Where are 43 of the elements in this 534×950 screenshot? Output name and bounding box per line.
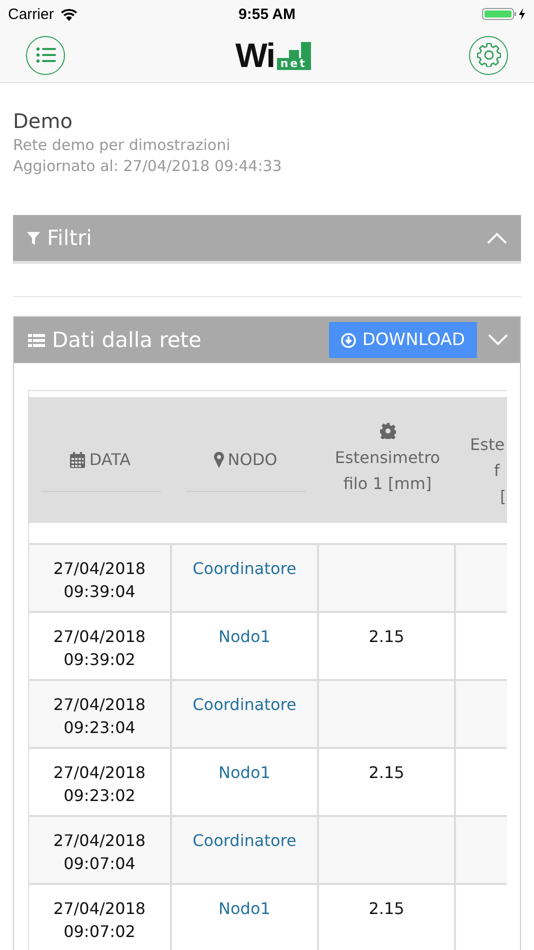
update-timestamp: Aggiornato al: 27/04/2018 09:44:33 bbox=[13, 156, 283, 177]
menu-icon bbox=[36, 47, 56, 63]
node-link[interactable]: Nodo1 bbox=[218, 627, 270, 646]
filters-title: Filtri bbox=[47, 226, 93, 250]
node-link[interactable]: Nodo1 bbox=[218, 763, 270, 782]
column-header-fragment: [ bbox=[499, 486, 506, 508]
carrier-label: Carrier bbox=[8, 6, 54, 22]
filter-icon bbox=[27, 232, 40, 244]
download-button[interactable]: DOWNLOAD bbox=[329, 322, 477, 358]
table-cell: 27/04/2018 09:23:04 bbox=[29, 681, 172, 747]
table-cell: 27/04/2018 09:07:02 bbox=[29, 885, 172, 950]
network-name: Demo bbox=[13, 109, 74, 133]
clock-time: 9:55 AM bbox=[238, 6, 296, 22]
table-cell: 27/04/2018 09:39:02 bbox=[29, 613, 172, 679]
settings-icon bbox=[476, 43, 500, 67]
column-header[interactable]: Estensimetro filo 1 [mm] bbox=[328, 445, 448, 497]
winet-logo: Wi net bbox=[235, 40, 311, 70]
table-cell: 2.15 bbox=[368, 899, 404, 918]
download-icon bbox=[341, 332, 356, 348]
table-cell: 27/04/2018 09:39:04 bbox=[29, 545, 172, 611]
chevron-icon[interactable] bbox=[488, 334, 508, 346]
column-header[interactable]: DATA bbox=[89, 450, 131, 469]
wifi-icon bbox=[60, 8, 78, 20]
data-panel-title: Dati dalla rete bbox=[52, 328, 202, 352]
map-pin-icon bbox=[214, 452, 224, 468]
node-link[interactable]: Coordinatore bbox=[192, 559, 296, 578]
node-link[interactable]: Nodo1 bbox=[218, 899, 270, 918]
table-cell: 2.15 bbox=[368, 627, 404, 646]
node-link[interactable]: Coordinatore bbox=[192, 831, 296, 850]
network-description: Rete demo per dimostrazioni bbox=[13, 135, 232, 156]
settings-button[interactable] bbox=[469, 36, 508, 74]
table-cell: 27/04/2018 09:23:02 bbox=[29, 749, 172, 815]
table-cell: 27/04/2018 09:07:04 bbox=[29, 817, 172, 883]
table-cell: 2.15 bbox=[368, 763, 404, 782]
column-header[interactable]: NODO bbox=[228, 450, 278, 469]
gear-icon bbox=[380, 423, 396, 439]
calendar-icon bbox=[70, 452, 86, 468]
list-icon bbox=[28, 334, 45, 346]
node-link[interactable]: Coordinatore bbox=[192, 695, 296, 714]
column-header-fragment: Este bbox=[470, 434, 505, 456]
column-header-fragment: f bbox=[493, 460, 500, 482]
menu-button[interactable] bbox=[26, 36, 65, 74]
battery-icon bbox=[482, 7, 528, 21]
